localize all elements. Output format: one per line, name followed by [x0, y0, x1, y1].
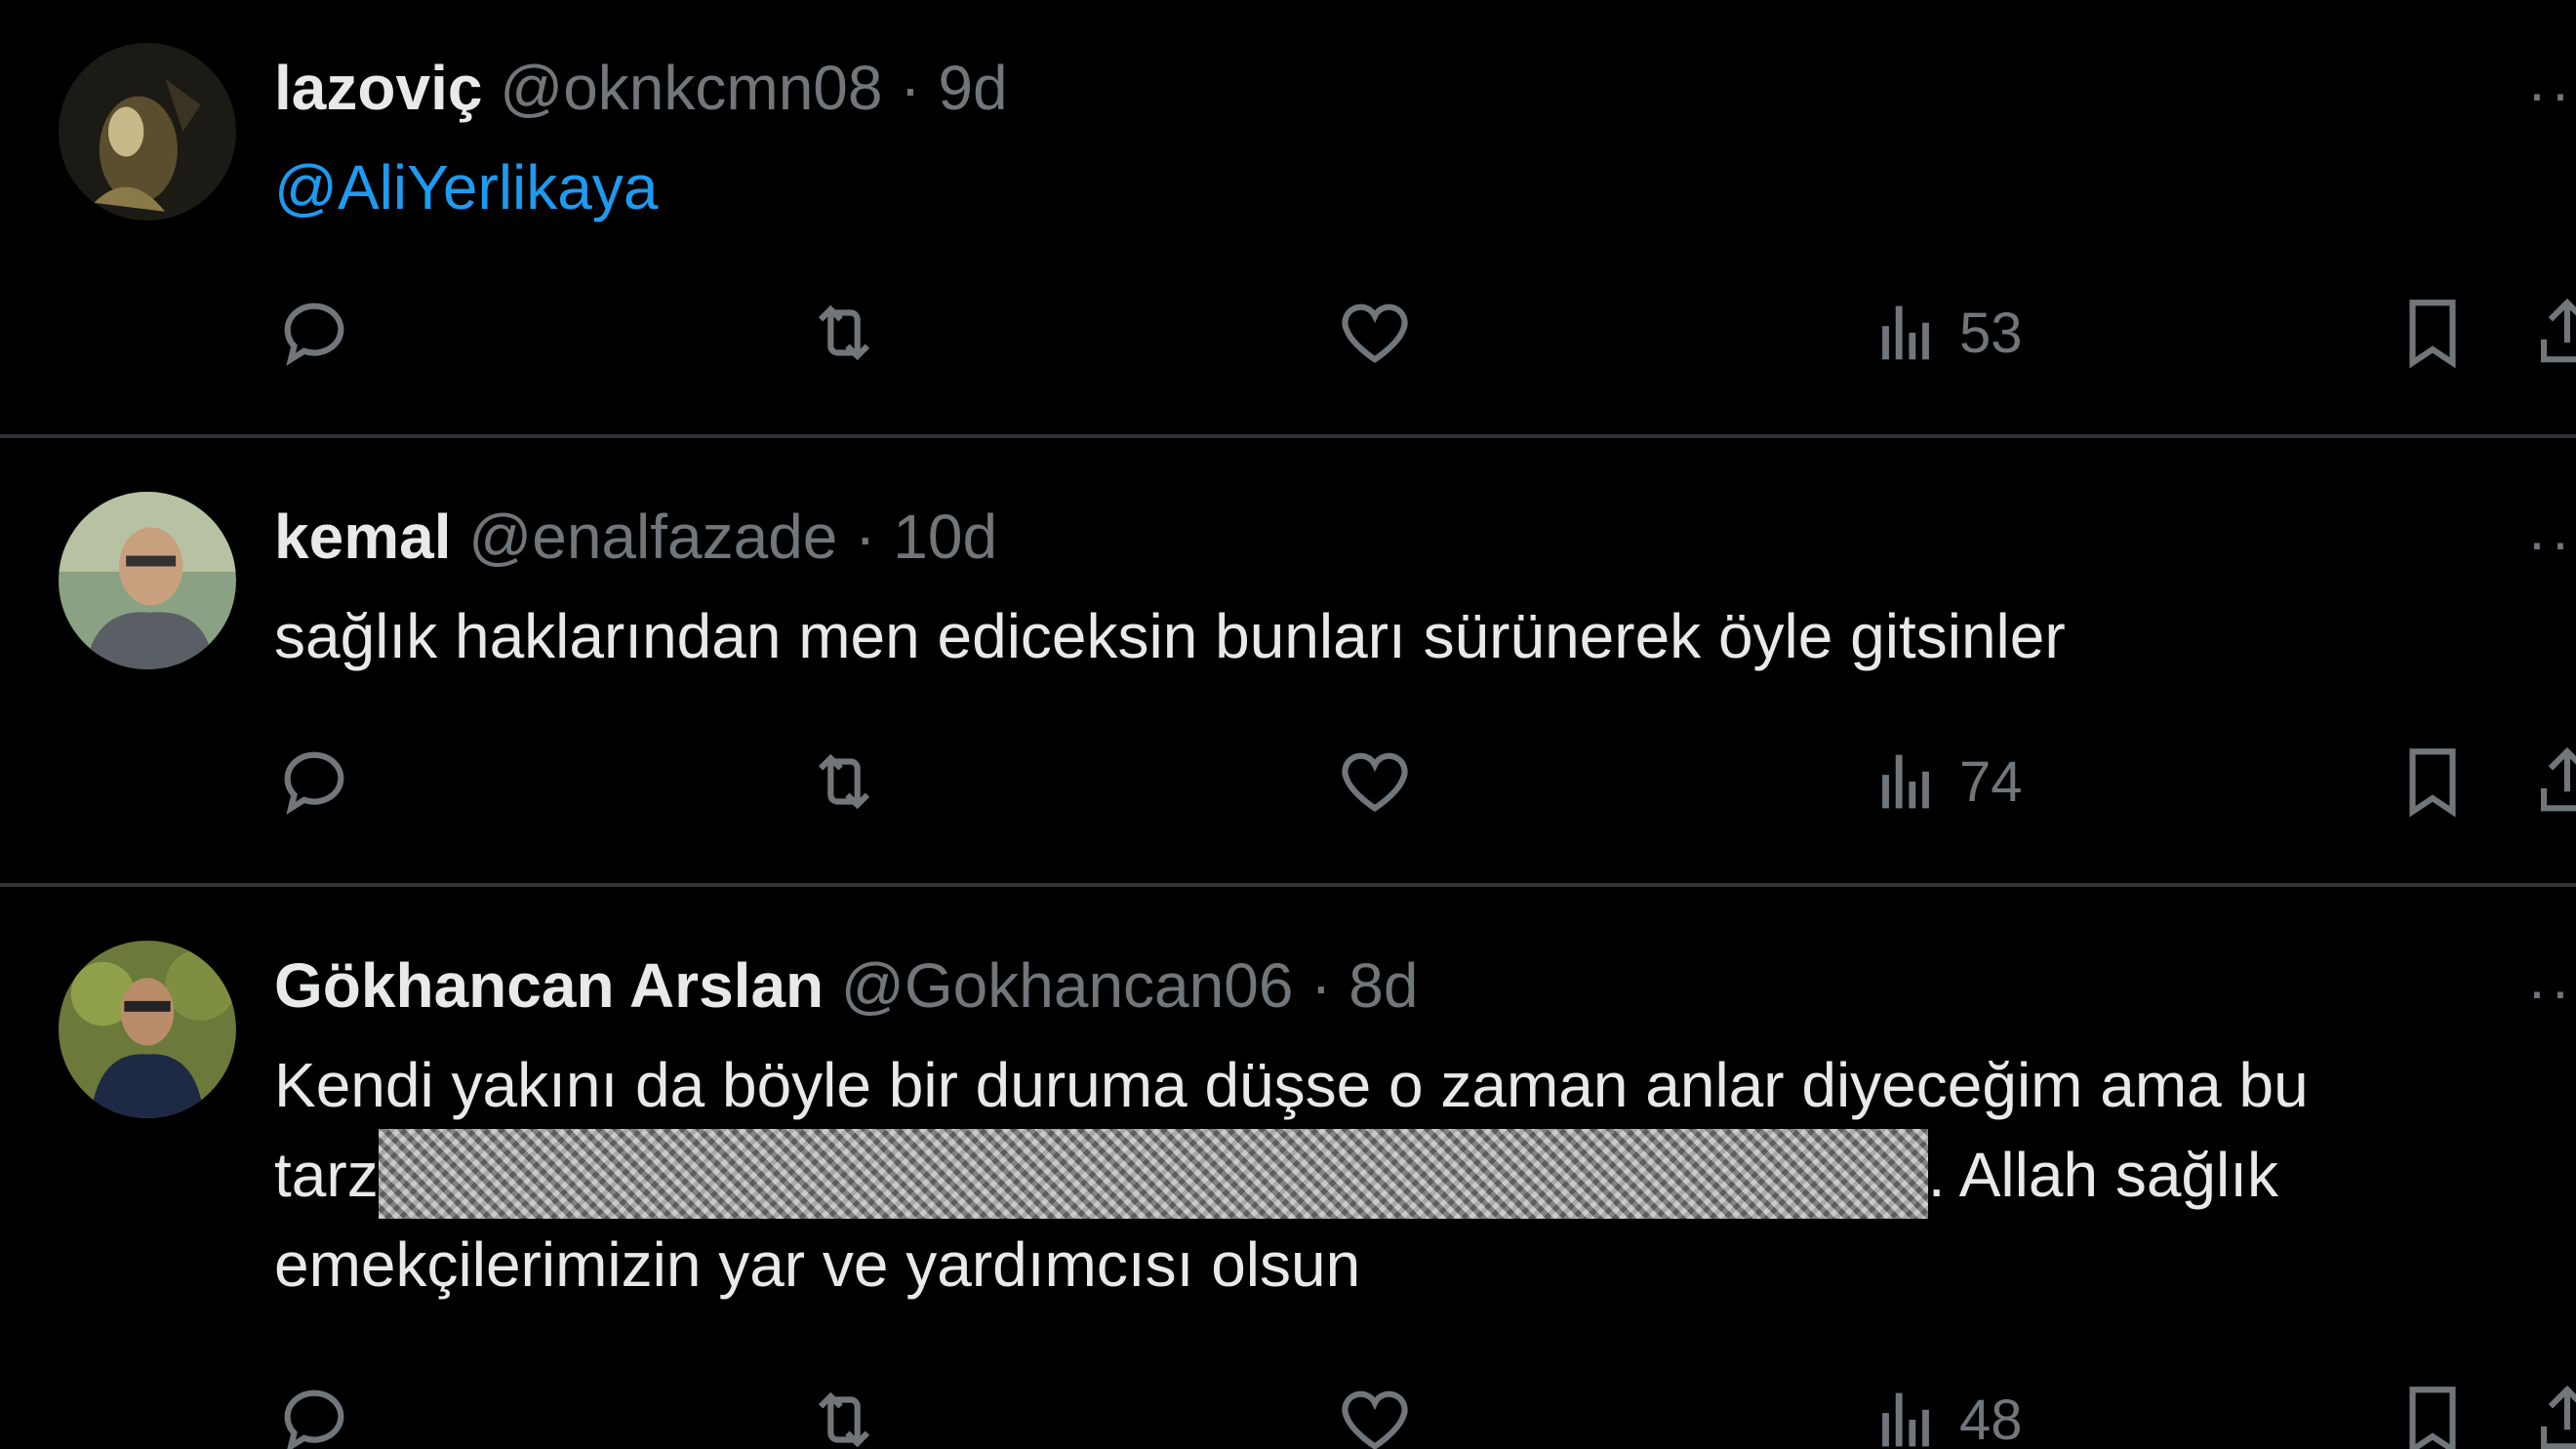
tweet-text-line: Kendi yakını da böyle bir duruma düşse o… — [274, 1050, 2309, 1120]
retweet-icon — [818, 1391, 870, 1448]
tweet-header: kemal @enalfazade · 10d — [274, 502, 997, 572]
bookmark-button[interactable] — [2393, 738, 2473, 825]
share-button[interactable] — [2527, 1376, 2576, 1449]
avatar[interactable] — [59, 941, 236, 1118]
tweet-header: lazoviç @oknkcmn08 · 9d — [274, 53, 1008, 123]
views-chart-icon — [1882, 305, 1929, 360]
views-button[interactable]: 48 — [1866, 1376, 2023, 1449]
reply-button[interactable] — [274, 1376, 354, 1449]
avatar-image — [59, 941, 236, 1118]
more-options-icon[interactable]: ·· — [2527, 962, 2574, 1021]
avatar[interactable] — [59, 43, 236, 221]
mention-link[interactable]: @AliYerlikaya — [274, 152, 658, 222]
views-chart-icon — [1882, 1392, 1929, 1447]
share-icon — [2541, 298, 2576, 363]
heart-icon — [1342, 752, 1408, 812]
separator-dot: · — [1310, 950, 1332, 1021]
reply-button[interactable] — [274, 289, 354, 377]
like-button[interactable] — [1335, 1376, 1415, 1449]
tweet-text: sağlık haklarından men ediceksin bunları… — [274, 601, 2066, 671]
share-icon — [2541, 1385, 2576, 1449]
views-button[interactable]: 74 — [1866, 738, 2023, 825]
reply-button[interactable] — [274, 738, 354, 825]
timestamp[interactable]: 10d — [893, 502, 997, 572]
display-name[interactable]: kemal — [274, 502, 451, 572]
user-handle[interactable]: @enalfazade — [468, 502, 837, 572]
user-handle[interactable]: @Gokhancan06 — [841, 950, 1294, 1021]
tweet-text-fragment: . Allah sağlık — [1927, 1140, 2278, 1210]
share-button[interactable] — [2527, 738, 2576, 825]
views-count: 48 — [1959, 1388, 2023, 1449]
tweet-text-fragment: tarz — [274, 1140, 379, 1210]
views-button[interactable]: 53 — [1866, 289, 2023, 377]
more-options-icon[interactable]: ·· — [2527, 64, 2574, 123]
retweet-icon — [818, 304, 870, 361]
share-icon — [2541, 746, 2576, 812]
heart-icon — [1342, 303, 1408, 363]
retweet-button[interactable] — [804, 738, 884, 825]
tweet-text: @AliYerlikaya — [274, 142, 2518, 232]
tweet-actions: 74 — [0, 738, 2576, 825]
timestamp[interactable]: 8d — [1348, 950, 1418, 1021]
timestamp[interactable]: 9d — [938, 53, 1007, 123]
reply-icon — [284, 302, 344, 366]
separator-dot: · — [900, 53, 921, 123]
separator-dot: · — [855, 502, 876, 572]
tweet-actions: 53 — [0, 289, 2576, 377]
tweet-actions: 48 — [0, 1376, 2576, 1449]
display-name[interactable]: Gökhancan Arslan — [274, 950, 824, 1021]
tweet-text: Kendi yakını da böyle bir duruma düşse o… — [274, 1040, 2518, 1309]
views-count: 53 — [1959, 301, 2023, 365]
reply-icon — [284, 751, 344, 815]
retweet-button[interactable] — [804, 289, 884, 377]
like-button[interactable] — [1335, 738, 1415, 825]
bookmark-icon — [2409, 300, 2456, 369]
bookmark-icon — [2409, 1387, 2456, 1449]
avatar[interactable] — [59, 492, 236, 669]
like-button[interactable] — [1335, 289, 1415, 377]
bookmark-icon — [2409, 748, 2456, 818]
bookmark-button[interactable] — [2393, 1376, 2473, 1449]
divider — [0, 883, 2576, 887]
reply-icon — [284, 1389, 344, 1449]
heart-icon — [1342, 1390, 1408, 1449]
divider — [0, 434, 2576, 438]
avatar-image — [59, 492, 236, 669]
tweet-text-line: tarz . Allah sağlık — [274, 1129, 2518, 1220]
user-handle[interactable]: @oknkcmn08 — [500, 53, 882, 123]
avatar-image — [59, 43, 236, 221]
bookmark-button[interactable] — [2393, 289, 2473, 377]
tweet-header: Gökhancan Arslan @Gokhancan06 · 8d — [274, 950, 1418, 1021]
more-options-icon[interactable]: ·· — [2527, 513, 2574, 572]
display-name[interactable]: lazoviç — [274, 53, 482, 123]
views-chart-icon — [1882, 754, 1929, 809]
retweet-icon — [818, 753, 870, 810]
redacted-text-block — [378, 1129, 1928, 1220]
retweet-button[interactable] — [804, 1376, 884, 1449]
tweet-text-line: emekçilerimizin yar ve yardımcısı olsun — [274, 1229, 1361, 1300]
share-button[interactable] — [2527, 289, 2576, 377]
views-count: 74 — [1959, 749, 2023, 814]
